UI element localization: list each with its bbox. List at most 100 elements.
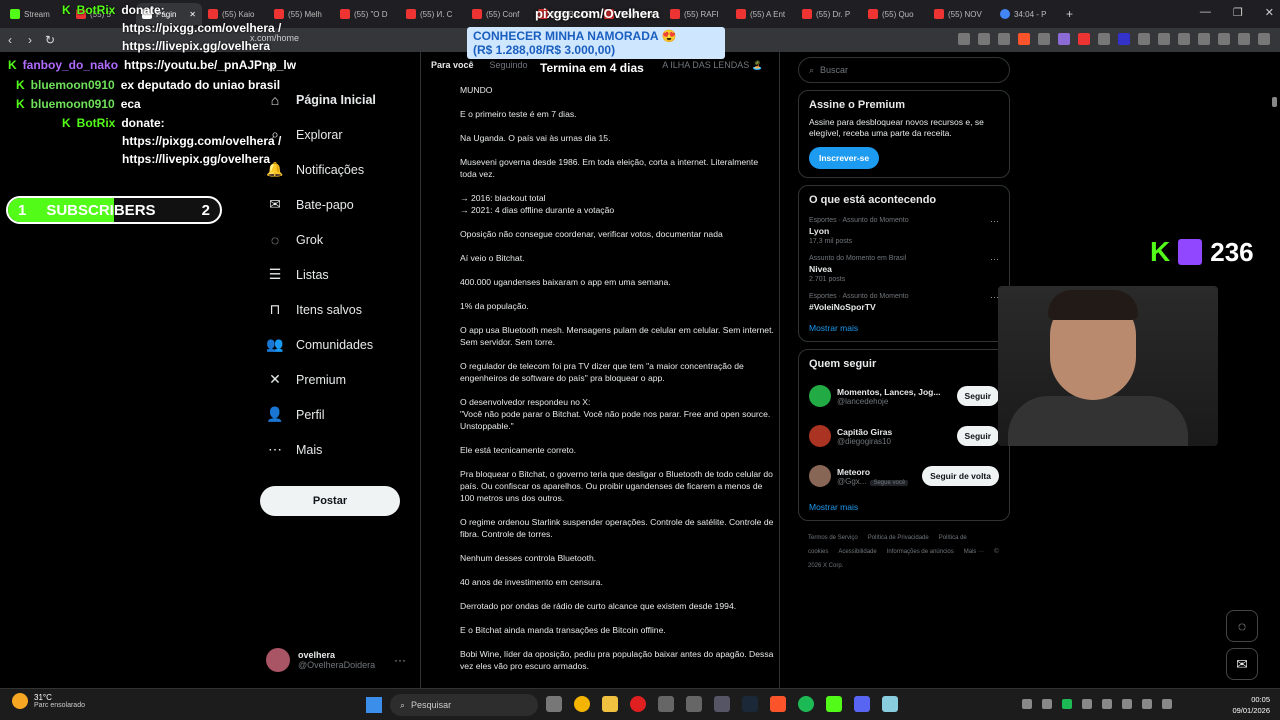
extension-icon[interactable]	[1078, 33, 1090, 45]
weather-widget[interactable]: 31°C Parc ensolarado	[12, 693, 85, 709]
minimize-icon[interactable]: —	[1200, 6, 1211, 19]
follow-suggestion[interactable]: Capitão Giras @diegogiras10 Seguir	[809, 416, 999, 456]
footer-link[interactable]: Termos de Serviço	[808, 535, 858, 541]
sidebar-item-x-logo[interactable]: ✕ Premium	[260, 362, 420, 397]
footer-link[interactable]: Acessibilidade	[838, 549, 876, 555]
brave-icon[interactable]	[770, 696, 786, 712]
kick-icon[interactable]	[826, 696, 842, 712]
clock[interactable]: 00:05 09/01/2026	[1232, 694, 1270, 716]
browser-tab[interactable]: (55) И. С	[400, 3, 466, 25]
extension-icon[interactable]	[1098, 33, 1110, 45]
new-tab-button[interactable]: +	[1066, 7, 1073, 21]
spotify-icon[interactable]	[798, 696, 814, 712]
browser-tab[interactable]: (55) Conf	[466, 3, 532, 25]
account-switcher[interactable]: ovelhera @OvelheraDoidera ···	[266, 648, 406, 672]
search-input[interactable]: Buscar	[820, 65, 848, 75]
browser-tab[interactable]: Stream	[4, 3, 70, 25]
taskbar-search[interactable]: ⌕ Pesquisar	[390, 694, 538, 716]
puzzle-icon[interactable]	[1158, 33, 1170, 45]
follow-button[interactable]: Seguir de volta	[922, 466, 999, 486]
follow-button[interactable]: Seguir	[956, 426, 999, 446]
file-explorer-icon[interactable]	[602, 696, 618, 712]
sidebar-item-communities[interactable]: 👥 Comunidades	[260, 327, 420, 362]
grok-fab[interactable]: ◌	[1226, 610, 1258, 642]
sidebar-item-bell[interactable]: 🔔 Notificações	[260, 152, 420, 187]
search-box[interactable]: ⌕ Buscar	[798, 57, 1010, 83]
back-icon[interactable]: ‹	[0, 33, 20, 47]
browser-tab[interactable]: (55) A Ent	[730, 3, 796, 25]
menu-icon[interactable]	[1258, 33, 1270, 45]
tab-community[interactable]: A ILHA DAS LENDAS 🏝️	[662, 60, 763, 80]
scrollbar[interactable]	[1272, 97, 1277, 107]
follow-suggestion[interactable]: Momentos, Lances, Jog... @lancedehoje Segu…	[809, 376, 999, 416]
browser-tab[interactable]: 34:04 - P	[994, 3, 1060, 25]
zoom-icon[interactable]	[978, 33, 990, 45]
browser-tab[interactable]: (55) NOV	[928, 3, 994, 25]
trend-item[interactable]: Esportes · Assunto do Momento #VoleiNoSpo…	[809, 288, 999, 317]
media-icon[interactable]	[1178, 33, 1190, 45]
sidebar-item-list[interactable]: ☰ Listas	[260, 257, 420, 292]
sidebar-item-search[interactable]: ⌕ Explorar	[260, 117, 420, 152]
notepad-icon[interactable]	[882, 696, 898, 712]
show-more-link[interactable]: Mostrar mais	[809, 323, 999, 333]
extension-icon[interactable]	[1118, 33, 1130, 45]
taskbar-search-input[interactable]: Pesquisar	[411, 700, 451, 710]
footer-link[interactable]: Mais ···	[964, 549, 984, 555]
follow-button[interactable]: Seguir	[956, 386, 999, 406]
close-window-icon[interactable]: ✕	[1265, 6, 1274, 19]
sidebar-item-bookmark[interactable]: ⊓ Itens salvos	[260, 292, 420, 327]
post-button[interactable]: Postar	[260, 486, 400, 516]
chrome-icon[interactable]	[574, 696, 590, 712]
steam-icon[interactable]	[742, 696, 758, 712]
sidebar-item-grok[interactable]: ◌ Grok	[260, 222, 420, 257]
sidebar-item-mail[interactable]: ✉ Bate-papo	[260, 187, 420, 222]
browser-tab[interactable]: (55) Dr. P	[796, 3, 862, 25]
browser-tab[interactable]: (55) "O D	[334, 3, 400, 25]
more-icon[interactable]: ···	[394, 653, 406, 667]
mic-icon[interactable]	[1142, 699, 1152, 709]
tray-icon[interactable]	[1122, 699, 1132, 709]
vpn-icon[interactable]	[1238, 33, 1250, 45]
app-icon[interactable]	[658, 696, 674, 712]
chevron-up-icon[interactable]	[1022, 699, 1032, 709]
browser-tab[interactable]: (55) RAFI	[664, 3, 730, 25]
trend-item[interactable]: Esportes · Assunto do Momento Lyon 17,3 mi…	[809, 212, 999, 250]
extension-icon[interactable]	[1058, 33, 1070, 45]
subscribe-button[interactable]: Inscrever-se	[809, 147, 880, 169]
app-icon[interactable]	[686, 696, 702, 712]
browser-tab[interactable]: (55) Quo	[862, 3, 928, 25]
volume-icon[interactable]	[1162, 699, 1172, 709]
tray-icon[interactable]	[1062, 699, 1072, 709]
rewards-icon[interactable]	[1038, 33, 1050, 45]
tab-seguindo[interactable]: Seguindo	[490, 60, 528, 80]
reload-icon[interactable]: ↻	[40, 33, 60, 47]
more-icon[interactable]: ···	[990, 254, 999, 264]
sidebar-item-more-circle[interactable]: ⋯ Mais	[260, 432, 420, 467]
close-tab-icon[interactable]: ✕	[189, 10, 196, 19]
extension-icon[interactable]	[1138, 33, 1150, 45]
show-more-link[interactable]: Mostrar mais	[809, 502, 999, 512]
trend-item[interactable]: Assunto do Momento em Brasil Nivea 2.701 p…	[809, 250, 999, 288]
tray-icon[interactable]	[1102, 699, 1112, 709]
tray-icon[interactable]	[1082, 699, 1092, 709]
tab-para-voce[interactable]: Para você	[431, 60, 474, 80]
sidebar-item-home[interactable]: ⌂ Página Inicial	[260, 82, 420, 117]
opera-icon[interactable]	[630, 696, 646, 712]
sidebar-icon[interactable]	[1198, 33, 1210, 45]
tray-icon[interactable]	[1042, 699, 1052, 709]
share-icon[interactable]	[998, 33, 1010, 45]
forward-icon[interactable]: ›	[20, 33, 40, 47]
follow-suggestion[interactable]: Meteoro @Ggx... Segue você Seguir de volta	[809, 456, 999, 496]
windows-start-icon[interactable]	[366, 697, 382, 713]
app-icon[interactable]	[714, 696, 730, 712]
screenshot-icon[interactable]	[958, 33, 970, 45]
maximize-icon[interactable]: ❐	[1233, 6, 1243, 19]
footer-link[interactable]: Política de Privacidade	[868, 535, 929, 541]
more-icon[interactable]: ···	[990, 216, 999, 226]
messages-fab[interactable]: ✉	[1226, 648, 1258, 680]
brave-icon[interactable]	[1018, 33, 1030, 45]
wallet-icon[interactable]	[1218, 33, 1230, 45]
discord-icon[interactable]	[854, 696, 870, 712]
task-view-icon[interactable]	[546, 696, 562, 712]
sidebar-item-person[interactable]: 👤 Perfil	[260, 397, 420, 432]
